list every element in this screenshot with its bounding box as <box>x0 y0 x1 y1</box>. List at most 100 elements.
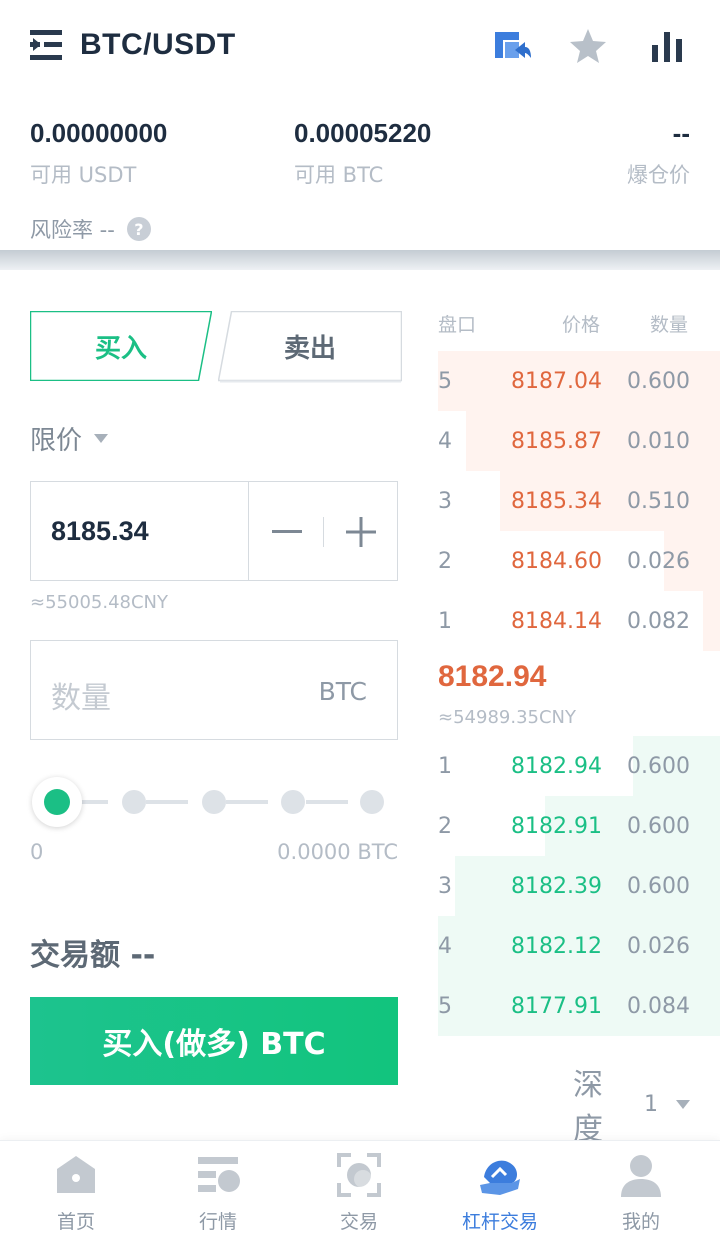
slider-step-75[interactable] <box>281 790 305 814</box>
liquidation-label: 爆仓价 <box>627 163 690 187</box>
bid-quantity: 0.600 <box>627 754 690 779</box>
ask-quantity: 0.082 <box>627 609 690 634</box>
balance-label: 可用 BTC <box>294 163 384 187</box>
depth-value: 1 <box>644 1091 658 1117</box>
market-icon <box>198 1157 240 1192</box>
slider-track <box>78 800 108 804</box>
bid-row[interactable]: 3 8182.39 0.600 <box>438 856 720 916</box>
quantity-placeholder[interactable]: 数量 <box>51 673 111 717</box>
nav-label: 杠杆交易 <box>461 1211 538 1233</box>
ask-row[interactable]: 4 8185.87 0.010 <box>438 411 720 471</box>
caret-down-icon <box>676 1099 690 1109</box>
chart-icon <box>652 32 682 62</box>
bid-row[interactable]: 2 8182.91 0.600 <box>438 796 720 856</box>
slider-track <box>146 800 188 804</box>
nav-item-profile[interactable]: 我的 <box>569 1141 713 1236</box>
nav-item-margin[interactable]: 杠杆交易 <box>428 1141 572 1236</box>
ask-quantity: 0.510 <box>627 489 690 514</box>
tab-buy[interactable]: 买入 <box>30 311 212 381</box>
bid-row[interactable]: 5 8177.91 0.084 <box>438 976 720 1036</box>
risk-rate-label: 风险率 -- <box>30 218 115 242</box>
decrease-price-button[interactable] <box>257 507 317 557</box>
trade-icon <box>337 1153 381 1197</box>
plus-icon <box>346 517 376 547</box>
orderbook-header-qty: 数量 <box>650 314 689 336</box>
balance-value: 0.00000000 <box>30 118 168 148</box>
slider-track <box>226 800 268 804</box>
balance-value: 0.00005220 <box>294 118 432 148</box>
slider-handle-inner <box>44 789 70 815</box>
balance-usdt: 0.00000000 可用 USDT <box>30 118 167 189</box>
ask-row[interactable]: 2 8184.60 0.026 <box>438 531 720 591</box>
slider-step-50[interactable] <box>202 790 226 814</box>
margin-icon <box>480 1160 520 1195</box>
depth-select[interactable]: 深度 1 <box>573 1060 690 1148</box>
nav-label: 行情 <box>198 1211 237 1233</box>
balance-btc: 0.00005220 可用 BTC <box>294 118 431 189</box>
profile-icon <box>621 1155 661 1197</box>
minus-icon <box>272 530 302 533</box>
slider-track <box>306 800 348 804</box>
pair-title[interactable]: BTC/USDT <box>80 28 236 62</box>
ask-row[interactable]: 5 8187.04 0.600 <box>438 351 720 411</box>
orderbook-header-price: 价格 <box>562 314 601 336</box>
ask-quantity: 0.600 <box>627 369 690 394</box>
trade-amount: 交易额 -- <box>30 938 156 973</box>
ask-quantity: 0.010 <box>627 429 690 454</box>
caret-down-icon <box>94 434 109 443</box>
bid-row[interactable]: 1 8182.94 0.600 <box>438 736 720 796</box>
orderbook-header-book: 盘口 <box>438 314 477 336</box>
slider-min-label: 0 <box>30 840 44 864</box>
bid-row[interactable]: 4 8182.12 0.026 <box>438 916 720 976</box>
slider-step-100[interactable] <box>360 790 384 814</box>
tab-sell[interactable]: 卖出 <box>218 311 402 383</box>
slider-handle[interactable] <box>32 777 82 827</box>
nav-item-home[interactable]: 首页 <box>4 1141 148 1236</box>
last-price-cny: ≈54989.35CNY <box>438 707 576 728</box>
last-price[interactable]: 8182.94 <box>438 660 546 694</box>
tab-buy-label: 买入 <box>94 333 147 364</box>
nav-item-market[interactable]: 行情 <box>146 1141 290 1236</box>
liquidation-price: -- 爆仓价 <box>560 118 690 189</box>
buy-long-button[interactable]: 买入(做多) BTC <box>30 997 398 1085</box>
order-type-label: 限价 <box>30 426 83 456</box>
price-value[interactable]: 8185.34 <box>51 516 149 547</box>
bid-quantity: 0.600 <box>627 874 690 899</box>
favorite-button[interactable] <box>568 26 608 66</box>
liquidation-value: -- <box>672 118 690 148</box>
top-bar: BTC/USDT <box>0 0 720 92</box>
transfer-button[interactable] <box>493 26 533 66</box>
bottom-nav: 首页 行情 交易 杠杆交易 我的 <box>0 1140 720 1236</box>
ask-quantity: 0.026 <box>627 549 690 574</box>
slider-max-label: 0.0000 BTC <box>277 840 398 864</box>
depth-label: 深度 <box>573 1068 603 1147</box>
quantity-field[interactable]: 数量 BTC <box>30 640 398 740</box>
amount-slider[interactable] <box>30 774 398 830</box>
star-icon <box>570 29 606 63</box>
home-icon <box>57 1156 95 1193</box>
nav-label: 交易 <box>339 1211 378 1233</box>
nav-item-trade[interactable]: 交易 <box>287 1141 431 1236</box>
help-icon[interactable]: ? <box>126 217 151 241</box>
risk-rate: 风险率 -- ? <box>30 214 151 244</box>
menu-icon[interactable] <box>30 30 62 60</box>
ask-row[interactable]: 3 8185.34 0.510 <box>438 471 720 531</box>
ask-depth-bar <box>703 591 720 651</box>
slider-step-25[interactable] <box>122 790 146 814</box>
tab-sell-label: 卖出 <box>283 333 336 364</box>
order-type-select[interactable]: 限价 <box>30 420 109 457</box>
bid-quantity: 0.026 <box>627 934 690 959</box>
price-cny: ≈55005.48CNY <box>30 592 168 613</box>
transfer-icon <box>495 32 531 58</box>
price-field[interactable]: 8185.34 <box>30 481 398 581</box>
increase-price-button[interactable] <box>331 507 391 557</box>
quantity-unit: BTC <box>318 677 367 706</box>
nav-label: 我的 <box>621 1211 660 1233</box>
ask-row[interactable]: 1 8184.14 0.082 <box>438 591 720 651</box>
balance-label: 可用 USDT <box>30 163 137 187</box>
bid-quantity: 0.600 <box>627 814 690 839</box>
bid-quantity: 0.084 <box>627 994 690 1019</box>
nav-label: 首页 <box>56 1211 95 1233</box>
stepper-divider <box>323 517 324 547</box>
chart-button[interactable] <box>648 26 688 66</box>
